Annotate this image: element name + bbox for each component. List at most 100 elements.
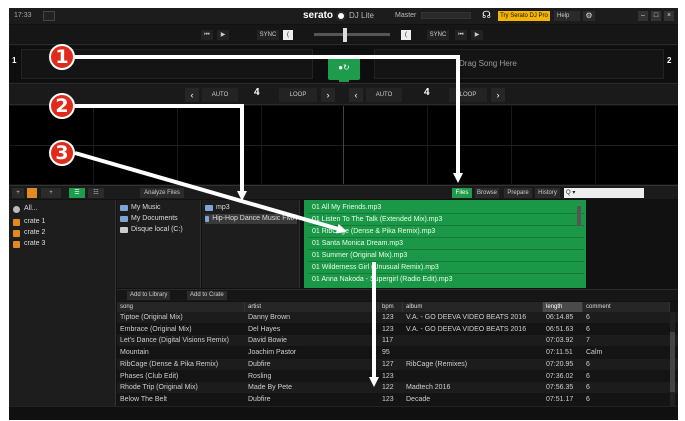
column-header-artist[interactable]: artist — [245, 302, 379, 312]
try-pro-button[interactable]: Try Serato DJ Pro — [498, 11, 550, 21]
deck-2-track-area[interactable] — [374, 49, 664, 79]
cell-bpm: 127 — [382, 360, 394, 368]
right-pitch-icon[interactable]: ( — [401, 30, 411, 40]
help-button[interactable]: Help — [554, 11, 580, 21]
history-button[interactable]: History — [535, 188, 560, 198]
analyze-files-button[interactable]: Analyze Files — [140, 188, 184, 198]
add-to-library-button[interactable]: Add to Library — [127, 291, 171, 300]
left-auto-loop[interactable]: AUTO — [202, 88, 238, 102]
waveform-playhead — [343, 106, 344, 184]
table-row[interactable]: Embrace (Original Mix) Del Hayes 123 V.A. -… — [117, 323, 678, 335]
gear-icon[interactable]: ⚙ — [583, 11, 595, 21]
file-list-scrollbar[interactable] — [577, 206, 581, 226]
prepare-button[interactable]: Prepare — [504, 188, 532, 198]
file-row[interactable]: 01 RibCage (Dense & Pika Remix).mp3 — [312, 227, 435, 236]
list-view-icon[interactable]: ☰ — [69, 188, 85, 198]
file-row[interactable]: 01 Summer (Original Mix).mp3 — [312, 251, 407, 260]
add-crate-icon[interactable]: + — [12, 188, 24, 198]
table-scrollbar-thumb[interactable] — [670, 332, 675, 392]
folder-my-music[interactable]: My Music — [120, 203, 161, 213]
files-button[interactable]: Files — [452, 188, 472, 198]
play-icon-right[interactable]: ▶ — [471, 30, 483, 40]
table-row[interactable]: Mountain Joachim Pastor 95 07:11.51 Calm — [117, 347, 678, 359]
right-sync-button[interactable]: SYNC — [427, 30, 449, 40]
crate-item-1[interactable]: crate 1 — [13, 217, 45, 227]
previous-track-icon[interactable]: ⏮ — [201, 30, 213, 40]
subcrate-toggle-icon[interactable]: + — [41, 188, 61, 198]
cell-comment: Calm — [586, 349, 603, 357]
folder-label: Hip-Hop Dance Music FMA — [212, 215, 297, 222]
search-input[interactable]: Q ▾ — [564, 188, 644, 198]
folder-label: mp3 — [216, 204, 230, 211]
previous-track-icon-right[interactable]: ⏮ — [455, 30, 467, 40]
left-pitch-icon[interactable]: ( — [283, 30, 293, 40]
cell-song: Embrace (Original Mix) — [120, 325, 192, 333]
file-row[interactable]: 01 Anna Nakoda - Supergirl (Radio Edit).… — [312, 275, 452, 284]
crate-icon[interactable] — [27, 188, 37, 198]
table-row[interactable]: RibCage (Dense & Pika Remix) Dubfire 127 Ri… — [117, 358, 678, 370]
left-sync-button[interactable]: SYNC — [257, 30, 279, 40]
table-row[interactable]: Rhode Trip (Original Mix) Made By Pete 122… — [117, 382, 678, 394]
close-icon[interactable]: × — [664, 11, 674, 21]
deck-1-number: 1 — [12, 56, 17, 65]
column-header-length[interactable]: length — [543, 302, 583, 312]
crate-item-all[interactable]: All... — [13, 204, 38, 214]
column-header-bpm[interactable]: bpm — [379, 302, 403, 312]
waveform-display[interactable] — [9, 106, 678, 184]
file-row[interactable]: 01 All My Friends.mp3 — [312, 203, 381, 212]
column-header-song[interactable]: song — [117, 302, 245, 312]
folder-hiphop-dance[interactable]: Hip-Hop Dance Music FMA — [205, 214, 297, 224]
browse-button[interactable]: Browse — [475, 188, 499, 198]
crate-label: crate 1 — [24, 218, 46, 225]
right-auto-loop[interactable]: AUTO — [366, 88, 402, 102]
album-view-icon[interactable]: ☷ — [88, 188, 104, 198]
cell-bpm: 123 — [382, 325, 394, 333]
folder-my-documents[interactable]: My Documents — [120, 214, 178, 224]
crossfader-handle[interactable] — [343, 28, 347, 42]
cell-artist: Joachim Pastor — [248, 349, 297, 357]
file-row[interactable]: 01 Santa Monica Dream.mp3 — [312, 239, 403, 248]
left-loop-prev-icon[interactable]: ‹ — [185, 88, 199, 102]
right-loop-button[interactable]: LOOP — [449, 88, 487, 102]
table-row[interactable]: Below The Belt Dubfire 123 Decade 07:51.17 6 — [117, 393, 678, 405]
crate-item-2[interactable]: crate 2 — [13, 228, 45, 238]
crate-item-3[interactable]: crate 3 — [13, 239, 45, 249]
cell-album — [403, 347, 543, 358]
table-row[interactable]: Phases (Club Edit) Rosling 123 07:36.02 6 — [117, 370, 678, 382]
mp3-file-list: 01 All My Friends.mp3 01 Listen To The T… — [304, 200, 586, 288]
right-loop-next-icon[interactable]: › — [491, 88, 505, 102]
headphones-icon[interactable]: ☊ — [481, 10, 492, 21]
play-icon[interactable]: ▶ — [217, 30, 229, 40]
cell-comment: 6 — [586, 395, 590, 403]
table-row[interactable]: Let's Dance (Digital Visions Remix) David… — [117, 335, 678, 347]
right-loop-prev-icon[interactable]: ‹ — [349, 88, 363, 102]
table-row[interactable]: Tiptoe (Original Mix) Danny Brown 123 V.A. … — [117, 312, 678, 323]
file-row[interactable]: 01 Listen To The Talk (Extended Mix).mp3 — [312, 215, 442, 224]
left-loop-next-icon[interactable]: › — [321, 88, 335, 102]
folder-icon — [205, 216, 210, 222]
layout-icon[interactable] — [43, 11, 55, 21]
sync-dropdown-tab[interactable] — [339, 77, 349, 82]
folder-icon — [120, 216, 128, 222]
table-scrollbar[interactable] — [670, 312, 675, 406]
minimize-icon[interactable]: – — [638, 11, 648, 21]
column-header-album[interactable]: album — [403, 302, 543, 312]
master-volume-meter[interactable] — [421, 12, 471, 19]
cell-comment: 6 — [586, 384, 590, 392]
folder-mp3[interactable]: mp3 — [205, 203, 230, 213]
file-row[interactable]: 01 Wilderness Girl (Unusual Remix).mp3 — [312, 263, 439, 272]
cell-comment: 6 — [586, 314, 590, 321]
left-loop-button[interactable]: LOOP — [279, 88, 317, 102]
add-to-crate-button[interactable]: Add to Crate — [187, 291, 227, 300]
library-toolbar: + + ☰ ☷ Analyze Files Files Browse Prepa… — [9, 185, 678, 199]
cell-artist: Del Hayes — [248, 325, 281, 333]
right-loop-size: 4 — [424, 87, 430, 98]
drive-c[interactable]: Disque local (C:) — [120, 225, 183, 235]
column-header-comment[interactable]: comment — [583, 302, 670, 312]
deck-control-row: ‹ AUTO 4 LOOP › ‹ AUTO 4 LOOP › — [9, 83, 678, 105]
crate-icon — [13, 240, 20, 248]
cell-bpm: 95 — [382, 349, 390, 357]
crossfader-track — [314, 33, 390, 36]
maximize-icon[interactable]: □ — [651, 11, 661, 21]
cell-artist: Made By Pete — [248, 384, 292, 392]
